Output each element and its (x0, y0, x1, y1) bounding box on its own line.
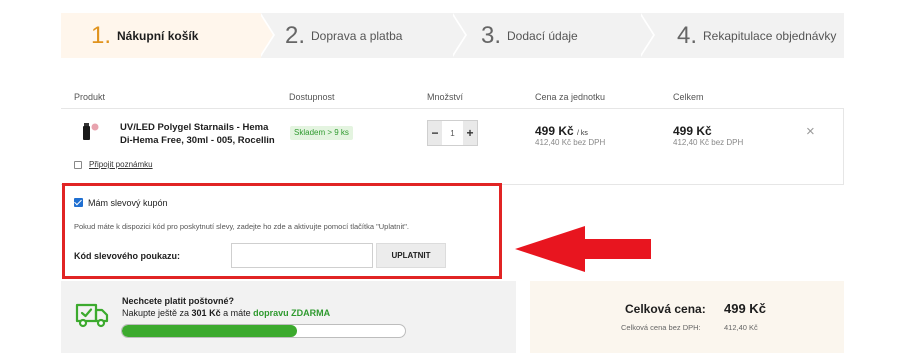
step-divider (639, 13, 653, 57)
header-unit-price: Cena za jednotku (535, 92, 606, 102)
stock-badge: Skladem > 9 ks (290, 126, 353, 140)
total-value: 499 Kč (724, 301, 766, 316)
step-divider (451, 13, 465, 57)
step-label: Rekapitulace objednávky (703, 28, 837, 43)
total-price-no-vat: 412,40 Kč bez DPH (673, 138, 744, 147)
unit-suffix: / ks (577, 130, 588, 137)
add-note-toggle[interactable]: Připojit poznámku (74, 160, 153, 169)
step-delivery-details[interactable]: 3. Dodací údaje (467, 13, 657, 58)
step-order-summary[interactable]: 4. Rekapitulace objednávky (655, 13, 844, 58)
apply-coupon-button[interactable]: UPLATNIT (376, 243, 446, 268)
step-number: 1. (91, 21, 112, 49)
quantity-input[interactable]: 1 (442, 121, 463, 145)
header-total: Celkem (673, 92, 704, 102)
header-product: Produkt (74, 92, 106, 102)
unit-price-no-vat: 412,40 Kč bez DPH (535, 138, 606, 147)
delivery-truck-icon (75, 303, 109, 328)
shipping-remaining-amount: 301 Kč (191, 308, 221, 318)
unit-price: 499 Kč / ks (535, 124, 588, 138)
add-note-link[interactable]: Připojit poznámku (89, 160, 153, 169)
free-shipping-highlight: dopravu ZDARMA (253, 308, 331, 318)
step-label: Doprava a platba (311, 28, 403, 43)
annotation-arrow-icon (515, 226, 651, 272)
shipping-text-before: Nakupte ještě za (122, 308, 192, 318)
total-no-vat-label: Celková cena bez DPH: (621, 323, 701, 332)
coupon-checkbox-label[interactable]: Mám slevový kupón (88, 198, 168, 208)
header-availability: Dostupnost (289, 92, 335, 102)
total-no-vat-value: 412,40 Kč (724, 323, 758, 332)
product-thumbnail[interactable] (79, 120, 101, 144)
step-divider (259, 13, 273, 57)
total-price: 499 Kč (673, 124, 712, 138)
step-number: 3. (481, 21, 502, 49)
order-total-box (530, 281, 844, 353)
product-name[interactable]: UV/LED Polygel Starnails - Hema Di-Hema … (120, 121, 280, 147)
total-label: Celková cena: (625, 302, 706, 316)
checkout-steps: 1. Nákupní košík 2. Doprava a platba 3. … (61, 13, 844, 58)
note-checkbox[interactable] (74, 160, 82, 169)
step-shipping-payment[interactable]: 2. Doprava a platba (275, 13, 469, 58)
quantity-decrease-button[interactable]: − (428, 121, 442, 145)
step-number: 4. (677, 21, 698, 49)
step-cart[interactable]: 1. Nákupní košík (61, 13, 261, 58)
free-shipping-title: Nechcete platit poštovné? (122, 296, 235, 306)
progress-fill (122, 325, 298, 337)
free-shipping-text: Nakupte ještě za 301 Kč a máte dopravu Z… (122, 308, 330, 318)
coupon-checkbox[interactable] (74, 198, 83, 207)
remove-item-icon[interactable]: × (806, 124, 815, 139)
quantity-stepper: − 1 + (427, 120, 478, 146)
step-label: Nákupní košík (117, 28, 199, 43)
step-label: Dodací údaje (507, 28, 578, 43)
coupon-code-label: Kód slevového poukazu: (74, 251, 181, 261)
quantity-increase-button[interactable]: + (463, 121, 477, 145)
step-number: 2. (285, 21, 306, 49)
free-shipping-progress-bar (121, 324, 406, 338)
coupon-info-text: Pokud máte k dispozici kód pro poskytnut… (74, 222, 409, 231)
shipping-text-middle: a máte (220, 308, 254, 318)
coupon-code-input[interactable] (231, 243, 373, 268)
header-quantity: Množství (427, 92, 464, 102)
unit-price-value: 499 Kč (535, 124, 574, 138)
